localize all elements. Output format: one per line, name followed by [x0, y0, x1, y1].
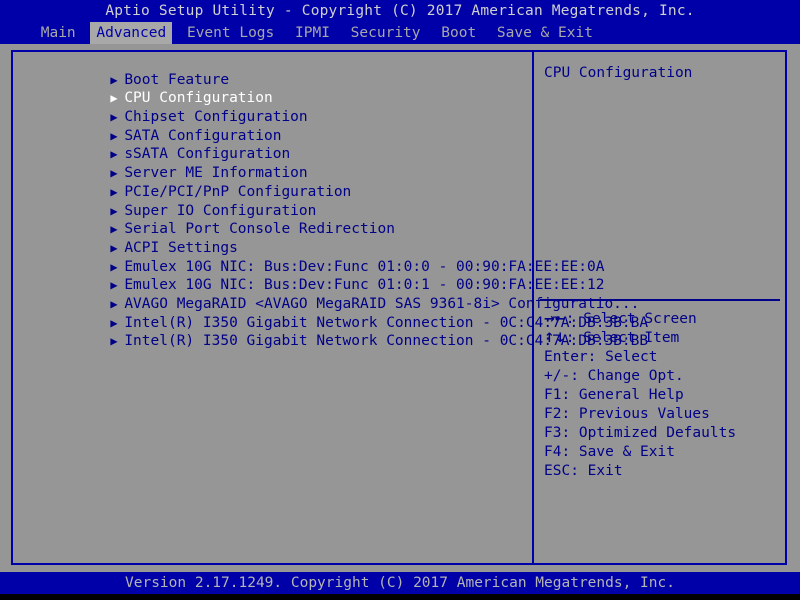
key-legend: →←: Select Screen ↑↓: Select Item Enter:…: [534, 310, 785, 481]
list-item-intel-i350-bb[interactable]: ▶ Intel(R) I350 Gigabit Network Connectio…: [13, 314, 648, 349]
tab-advanced[interactable]: Advanced: [90, 22, 173, 44]
tab-event-logs[interactable]: Event Logs: [181, 22, 280, 44]
list-item-emulex-nic-1[interactable]: ▶ Emulex 10G NIC: Bus:Dev:Func 01:0:1 - 0…: [13, 258, 604, 293]
key-legend-esc-exit: ESC: Exit: [544, 463, 623, 479]
tab-security[interactable]: Security: [345, 22, 427, 44]
settings-list[interactable]: ▶ Boot Feature ▶ CPU Configuration ▶ Chipse…: [13, 52, 648, 563]
content-panel: ▶ Boot Feature ▶ CPU Configuration ▶ Chipse…: [11, 50, 787, 565]
key-legend-f2-previous-values: F2: Previous Values: [544, 406, 710, 422]
left-right-arrow-icon: →←: [544, 312, 566, 327]
bios-setup-screen: Aptio Setup Utility - Copyright (C) 2017…: [0, 0, 800, 600]
list-item-serial-port-console-redirection[interactable]: ▶ Serial Port Console Redirection: [13, 202, 532, 237]
key-legend-select-screen: →←: Select Screen: [544, 310, 785, 329]
tab-main[interactable]: Main: [35, 22, 82, 44]
footer-bar: Version 2.17.1249. Copyright (C) 2017 Am…: [0, 572, 800, 594]
key-legend-enter-select: Enter: Select: [544, 349, 658, 365]
list-item-intel-i350-ba[interactable]: ▶ Intel(R) I350 Gigabit Network Connectio…: [13, 295, 648, 331]
key-legend-label: : Select Screen: [565, 311, 697, 327]
list-item-chipset-configuration[interactable]: ▶ Chipset Configuration: [13, 89, 532, 125]
key-legend-f1-general-help: F1: General Help: [544, 387, 684, 403]
list-item-server-me-information[interactable]: ▶ Server ME Information: [13, 145, 532, 181]
list-item-cpu-configuration[interactable]: ▶ CPU Configuration: [13, 71, 532, 106]
submenu-arrow-icon: ▶: [110, 334, 118, 349]
help-separator: [540, 299, 780, 301]
help-pane: CPU Configuration →←: Select Screen ↑↓: …: [534, 52, 785, 563]
screen-bottom-edge: [0, 594, 800, 600]
tab-ipmi[interactable]: IPMI: [289, 22, 336, 44]
key-legend-select-item: ↑↓: Select Item: [544, 329, 785, 348]
list-item-sata-configuration[interactable]: ▶ SATA Configuration: [13, 108, 532, 144]
up-down-arrow-icon: ↑↓: [544, 331, 566, 346]
list-item-pcie-pci-pnp-configuration[interactable]: ▶ PCIe/PCI/PnP Configuration: [13, 164, 532, 200]
key-legend-f4-save-exit: F4: Save & Exit: [544, 444, 675, 460]
list-item-avago-megaraid[interactable]: ▶ AVAGO MegaRAID <AVAGO MegaRAID SAS 9361…: [13, 276, 639, 312]
list-item-emulex-nic-0[interactable]: ▶ Emulex 10G NIC: Bus:Dev:Func 01:0:0 - 0…: [13, 239, 604, 275]
key-legend-change-opt: +/-: Change Opt.: [544, 368, 684, 384]
list-item-super-io-configuration[interactable]: ▶ Super IO Configuration: [13, 183, 532, 219]
list-item-acpi-settings[interactable]: ▶ ACPI Settings: [13, 220, 532, 256]
title-bar: Aptio Setup Utility - Copyright (C) 2017…: [0, 0, 800, 22]
menu-bar[interactable]: Main Advanced Event Logs IPMI Security B…: [0, 22, 800, 44]
tab-save-exit[interactable]: Save & Exit: [491, 22, 599, 44]
key-legend-f3-optimized-defaults: F3: Optimized Defaults: [544, 425, 737, 441]
list-item-ssata-configuration[interactable]: ▶ sSATA Configuration: [13, 127, 532, 162]
list-item-boot-feature[interactable]: ▶ Boot Feature: [13, 52, 532, 88]
key-legend-label: : Select Item: [565, 330, 680, 346]
help-description: CPU Configuration: [544, 65, 693, 81]
body-area: ▶ Boot Feature ▶ CPU Configuration ▶ Chipse…: [0, 44, 800, 572]
tab-boot[interactable]: Boot: [435, 22, 482, 44]
